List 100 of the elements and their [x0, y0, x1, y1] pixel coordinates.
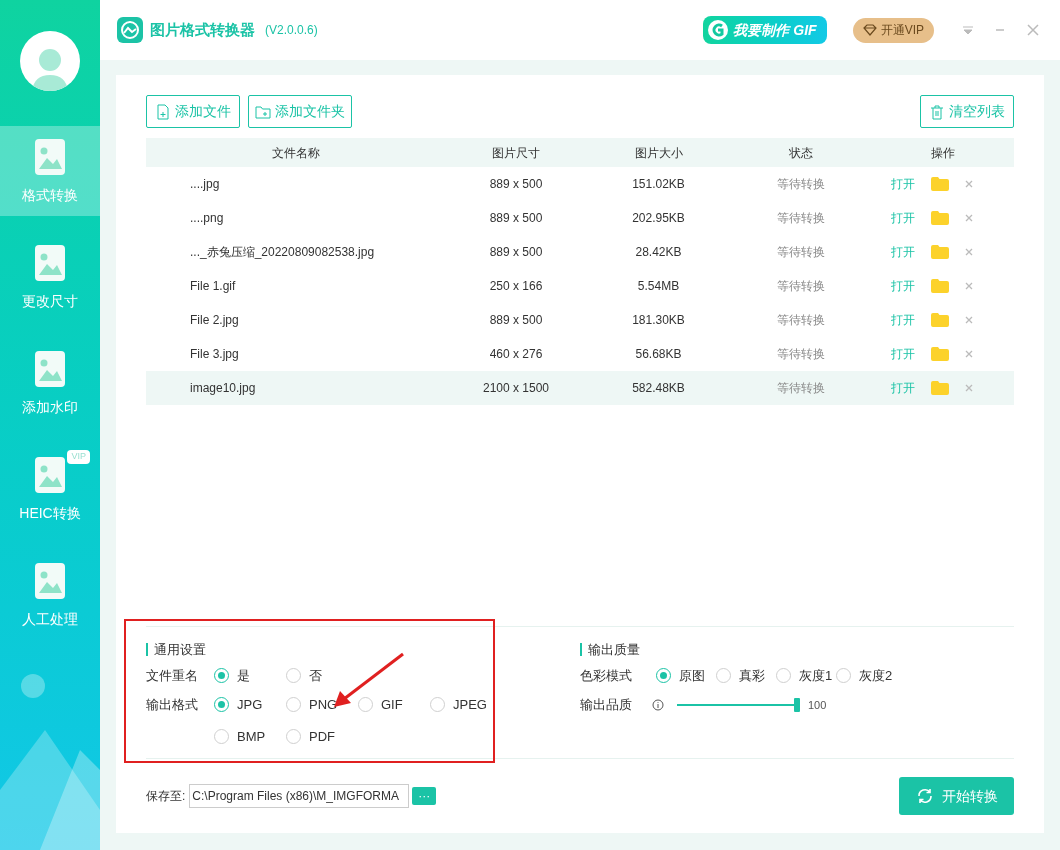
- picture-icon: [33, 348, 67, 389]
- radio-option[interactable]: PNG: [286, 695, 358, 715]
- radio-option[interactable]: 灰度2: [836, 665, 896, 685]
- radio-option[interactable]: BMP: [214, 726, 286, 746]
- slider-thumb[interactable]: [794, 697, 800, 712]
- picture-icon: [33, 242, 67, 283]
- status-cell-text: 等待转换: [776, 176, 826, 193]
- file-name-cell-text: ....jpg: [189, 176, 221, 193]
- file-name-cell-text: image10.jpg: [189, 380, 257, 397]
- file-size-cell-text: 28.42KB: [634, 244, 683, 261]
- folder-icon[interactable]: [931, 347, 949, 361]
- remove-icon[interactable]: [965, 316, 973, 324]
- column-header: 状态: [788, 144, 814, 162]
- file-size-cell-text: 181.30KB: [631, 312, 686, 329]
- avatar[interactable]: [20, 31, 80, 91]
- status-cell-text: 等待转换: [776, 244, 826, 261]
- sidebar-label: HEIC转换: [19, 503, 81, 523]
- table-row[interactable]: ....png 889 x 500 202.95KB 等待转换 打开: [146, 201, 1014, 235]
- column-header: 文件名称: [271, 144, 321, 162]
- file-name-cell-text: File 3.jpg: [189, 346, 240, 363]
- sidebar-label: 更改尺寸: [22, 291, 78, 311]
- file-size-cell-text: 202.95KB: [631, 210, 686, 227]
- table-row[interactable]: File 3.jpg 460 x 276 56.68KB 等待转换 打开: [146, 337, 1014, 371]
- dimensions-cell-text: 250 x 166: [488, 278, 544, 295]
- file-name-cell-text: File 1.gif: [189, 278, 237, 295]
- dimensions-cell-text: 889 x 500: [488, 312, 544, 329]
- radio-option[interactable]: GIF: [358, 695, 430, 715]
- column-header: 操作: [929, 144, 956, 162]
- trash-icon: [929, 103, 945, 120]
- radio-option[interactable]: 真彩: [716, 665, 776, 685]
- remove-icon[interactable]: [965, 214, 973, 222]
- radio-option[interactable]: JPG: [214, 695, 286, 715]
- version-label: (V2.0.0.6): [265, 22, 318, 39]
- quality-label: 输出品质: [580, 696, 633, 714]
- column-header: 图片大小: [633, 144, 684, 162]
- radio-option[interactable]: 否: [286, 665, 358, 685]
- save-to-label: 保存至:: [146, 788, 186, 805]
- file-name-cell-text: ..._赤兔压缩_20220809082538.jpg: [189, 244, 376, 261]
- table-row[interactable]: ..._赤兔压缩_20220809082538.jpg 889 x 500 28.42KB 等待转换 打开: [146, 235, 1014, 269]
- status-cell-text: 等待转换: [776, 210, 826, 227]
- file-plus-icon: [155, 103, 171, 120]
- radio-option[interactable]: 灰度1: [776, 665, 836, 685]
- format-label: 输出格式: [146, 696, 199, 714]
- section-title: 输出质量: [580, 642, 896, 656]
- status-cell-text: 等待转换: [776, 380, 826, 397]
- picture-icon: [33, 560, 67, 601]
- radio-option[interactable]: PDF: [286, 726, 358, 746]
- folder-icon[interactable]: [931, 381, 949, 395]
- remove-icon[interactable]: [965, 248, 973, 256]
- folder-icon[interactable]: [931, 279, 949, 293]
- info-icon[interactable]: [652, 698, 664, 711]
- table-row[interactable]: image10.jpg 2100 x 1500 582.48KB 等待转换 打开: [146, 371, 1014, 405]
- file-name-cell-text: ....png: [189, 210, 225, 227]
- quality-value: 100: [808, 697, 827, 713]
- app-title: 图片格式转换器: [150, 19, 255, 40]
- table-row[interactable]: File 2.jpg 889 x 500 181.30KB 等待转换 打开: [146, 303, 1014, 337]
- dimensions-cell-text: 889 x 500: [488, 244, 544, 261]
- status-cell-text: 等待转换: [776, 278, 826, 295]
- table-row[interactable]: ....jpg 889 x 500 151.02KB 等待转换 打开: [146, 167, 1014, 201]
- vip-badge: VIP: [67, 450, 90, 464]
- sidebar-label: 格式转换: [22, 185, 78, 205]
- file-name-cell-text: File 2.jpg: [189, 312, 240, 329]
- status-cell-text: 等待转换: [776, 346, 826, 363]
- folder-icon[interactable]: [931, 245, 949, 259]
- dimensions-cell-text: 889 x 500: [488, 210, 544, 227]
- radio-option[interactable]: 原图: [656, 665, 716, 685]
- rename-label: 文件重名: [146, 666, 199, 685]
- quality-slider[interactable]: [674, 697, 800, 712]
- picture-icon: [33, 136, 67, 177]
- file-size-cell-text: 5.54MB: [636, 278, 681, 295]
- file-size-cell-text: 56.68KB: [634, 346, 683, 363]
- diamond-icon: [862, 24, 877, 36]
- file-size-cell-text: 151.02KB: [631, 176, 686, 193]
- close-icon[interactable]: [1026, 23, 1040, 37]
- save-path-field[interactable]: C:\Program Files (x86)\M_IMGFORMA: [189, 784, 410, 808]
- remove-icon[interactable]: [965, 384, 973, 392]
- picture-icon: [33, 454, 67, 495]
- sidebar-label: 添加水印: [22, 397, 78, 417]
- color-mode-label: 色彩模式: [580, 666, 633, 685]
- dimensions-cell-text: 460 x 276: [488, 346, 544, 363]
- minimize-icon[interactable]: [994, 28, 1006, 32]
- vip-button[interactable]: 开通VIP: [852, 17, 934, 43]
- radio-option[interactable]: 是: [214, 665, 286, 685]
- folder-icon[interactable]: [931, 313, 949, 327]
- remove-icon[interactable]: [965, 282, 973, 290]
- dimensions-cell-text: 889 x 500: [488, 176, 544, 193]
- dimensions-cell-text: 2100 x 1500: [481, 380, 551, 397]
- remove-icon[interactable]: [965, 350, 973, 358]
- app-logo-icon: [117, 17, 143, 43]
- folder-icon[interactable]: [931, 211, 949, 225]
- folder-icon[interactable]: [931, 177, 949, 191]
- folder-plus-icon: [255, 103, 271, 120]
- radio-option[interactable]: JPEG: [430, 695, 502, 715]
- dropdown-menu-icon[interactable]: [962, 25, 974, 35]
- section-title: 通用设置: [146, 642, 580, 656]
- column-header: 图片尺寸: [491, 144, 541, 162]
- g-logo-icon: [707, 19, 730, 41]
- remove-icon[interactable]: [965, 180, 973, 188]
- table-row[interactable]: File 1.gif 250 x 166 5.54MB 等待转换 打开: [146, 269, 1014, 303]
- file-size-cell-text: 582.48KB: [631, 380, 686, 397]
